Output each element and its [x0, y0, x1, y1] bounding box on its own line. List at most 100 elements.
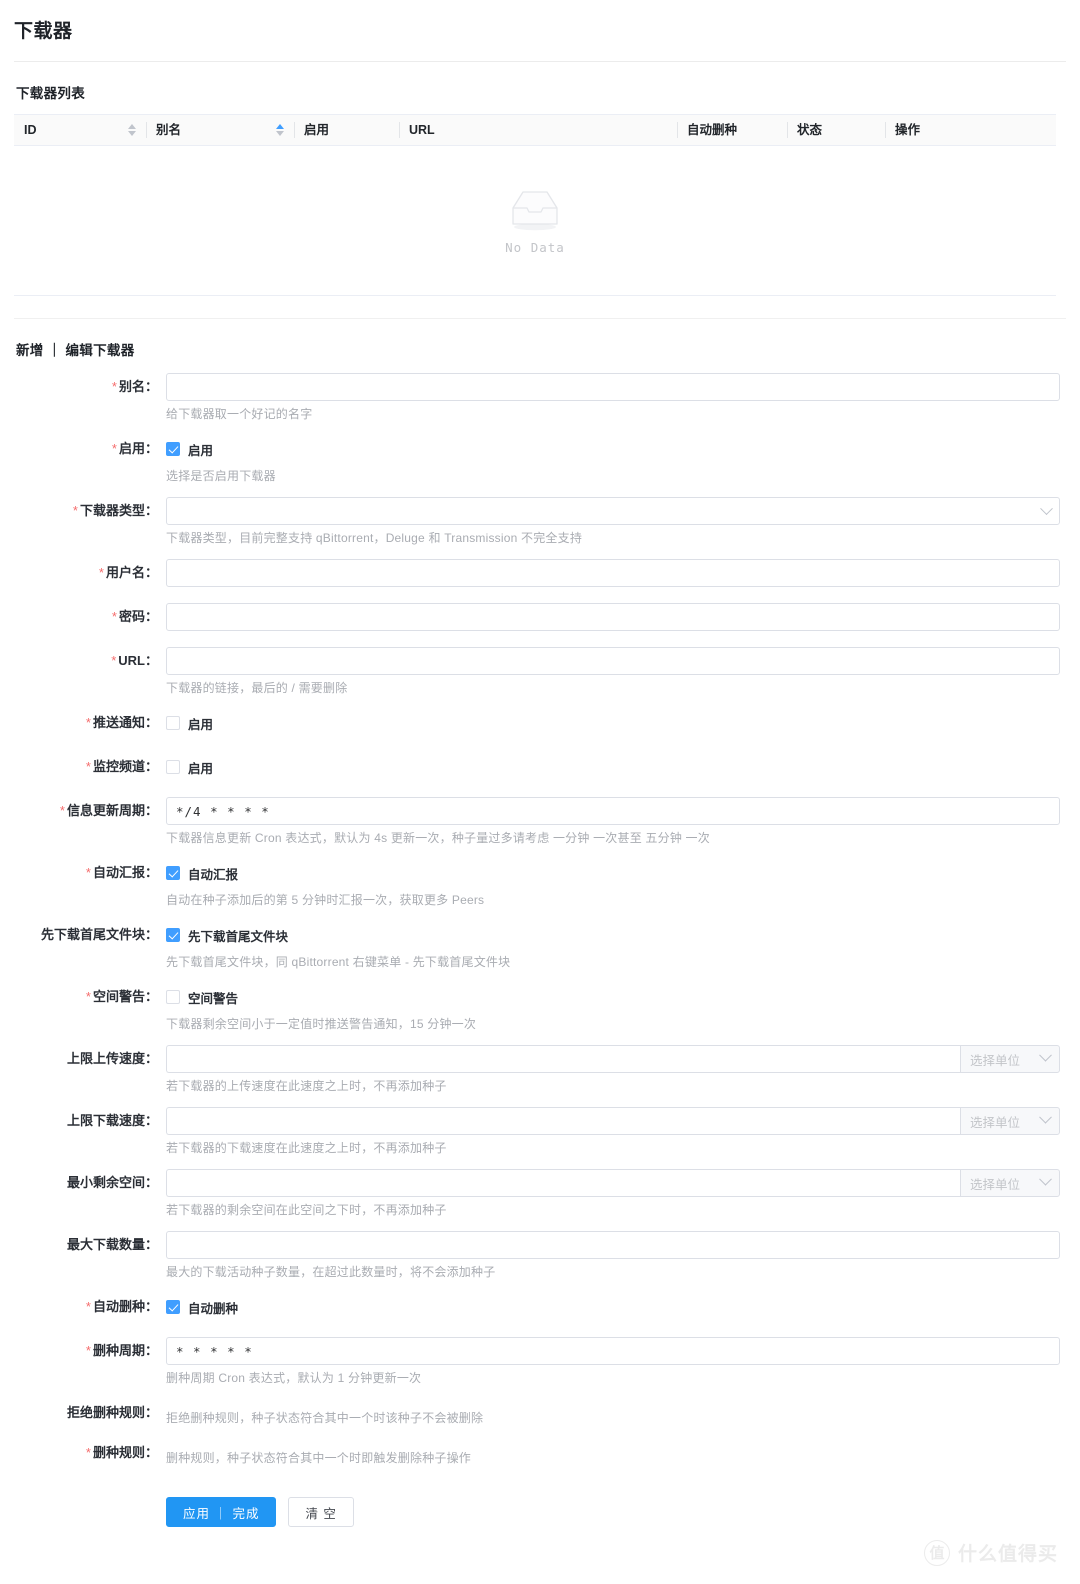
monitor-channel-checkbox[interactable]: 启用: [166, 753, 1066, 781]
checkbox-checked-icon[interactable]: [166, 442, 180, 456]
form-control-delete-cron: * * * * * 删种周期 Cron 表达式，默认为 1 分钟更新一次: [166, 1337, 1066, 1387]
required-asterisk: *: [72, 503, 78, 518]
enabled-checkbox[interactable]: 启用: [166, 435, 1066, 463]
delete-cron-input[interactable]: * * * * *: [166, 1337, 1060, 1365]
max-upload-speed-input[interactable]: [166, 1045, 960, 1073]
form-row-enabled: * 启用： 启用 选择是否启用下载器: [14, 435, 1066, 485]
form-label-url: * URL：: [14, 647, 166, 675]
unit-placeholder: 选择单位: [970, 1053, 1021, 1068]
form-label-auto-delete: * 自动删种：: [14, 1293, 166, 1321]
required-asterisk: *: [85, 865, 91, 880]
form-label-max-upload-speed: 上限上传速度：: [14, 1045, 166, 1073]
auto-report-checkbox[interactable]: 自动汇报: [166, 859, 1066, 887]
downloader-form: 新增 ｜ 编辑下载器 * 别名： 给下载器取一个好记的名字 * 启用： 启用 选择是否启用下…: [0, 319, 1080, 1527]
form-control-info-refresh-cron: */4 * * * * 下载器信息更新 Cron 表达式，默认为 4s 更新一次，…: [166, 797, 1066, 847]
form-control-max-download-count: 最大的下载活动种子数量，在超过此数量时，将不会添加种子: [166, 1231, 1066, 1281]
form-rows: * 别名： 给下载器取一个好记的名字 * 启用： 启用 选择是否启用下载器 * 下载器类型： 下载…: [14, 373, 1066, 1467]
form-label-text: 空间警告：: [92, 989, 158, 1004]
form-label-auto-report: * 自动汇报：: [14, 859, 166, 887]
checkbox-label: 先下载首尾文件块: [188, 929, 289, 944]
form-row-min-free-space: 最小剩余空间： 选择单位 若下载器的剩余空间在此空间之下时，不再添加种子: [14, 1169, 1066, 1219]
push-notify-checkbox[interactable]: 启用: [166, 709, 1066, 737]
table-header-label: 自动删种: [687, 123, 738, 137]
downloader-type-select[interactable]: [166, 497, 1060, 525]
form-label-text: 删种规则：: [92, 1445, 158, 1460]
required-asterisk: *: [111, 653, 117, 668]
chevron-down-icon: [1039, 1048, 1052, 1062]
downloader-page: 下载器 下载器列表 ID 别名 启用 URL 自动删种 状态 操作 No Data 新增 ｜…: [0, 0, 1080, 1584]
form-help-text: 给下载器取一个好记的名字: [166, 407, 313, 421]
required-asterisk: *: [85, 715, 91, 730]
form-label-text: 密码：: [118, 609, 158, 624]
form-row-info-refresh-cron: * 信息更新周期： */4 * * * * 下载器信息更新 Cron 表达式，默认为 …: [14, 797, 1066, 847]
form-actions: 应用 ｜ 完成 清 空: [14, 1479, 1066, 1527]
form-label-space-warning: * 空间警告：: [14, 983, 166, 1011]
table-header-label: URL: [409, 123, 435, 137]
info-refresh-cron-input[interactable]: */4 * * * *: [166, 797, 1060, 825]
table-empty-state: No Data: [14, 146, 1056, 296]
form-row-downloader-type: * 下载器类型： 下载器类型，目前完整支持 qBittorrent，Deluge 和…: [14, 497, 1066, 547]
checkbox-unchecked-icon[interactable]: [166, 990, 180, 1004]
chevron-down-icon: [1040, 501, 1053, 515]
form-title: 新增 ｜ 编辑下载器: [16, 343, 135, 358]
form-help-text: 删种周期 Cron 表达式，默认为 1 分钟更新一次: [166, 1371, 422, 1385]
space-warning-checkbox[interactable]: 空间警告: [166, 983, 1066, 1011]
watermark-logo-icon: 值: [923, 1539, 950, 1566]
min-free-space-unit-select[interactable]: 选择单位: [960, 1169, 1060, 1197]
min-free-space-input[interactable]: [166, 1169, 960, 1197]
unit-placeholder: 选择单位: [970, 1177, 1021, 1192]
max-upload-speed-group: 选择单位: [166, 1045, 1060, 1073]
form-label-text: URL：: [118, 653, 158, 668]
auto-delete-checkbox[interactable]: 自动删种: [166, 1293, 1066, 1321]
max-download-speed-unit-select[interactable]: 选择单位: [960, 1107, 1060, 1135]
required-asterisk: *: [85, 989, 91, 1004]
max-download-count-input[interactable]: [166, 1231, 1060, 1259]
max-upload-speed-unit-select[interactable]: 选择单位: [960, 1045, 1060, 1073]
empty-box-icon: [503, 186, 567, 232]
sort-caret-icon[interactable]: [276, 122, 286, 138]
form-control-min-free-space: 选择单位若下载器的剩余空间在此空间之下时，不再添加种子: [166, 1169, 1066, 1219]
form-label-text: 上限上传速度：: [66, 1051, 158, 1066]
checkbox-unchecked-icon[interactable]: [166, 760, 180, 774]
required-asterisk: *: [59, 803, 65, 818]
watermark: 值 什么值得买: [923, 1539, 1058, 1566]
form-row-max-upload-speed: 上限上传速度： 选择单位若下载器的上传速度在此速度之上时，不再添加种子: [14, 1045, 1066, 1095]
list-section-title: 下载器列表: [16, 86, 85, 101]
username-input[interactable]: [166, 559, 1060, 587]
table-header-cell[interactable]: 别名: [146, 114, 294, 146]
form-help-text: 若下载器的上传速度在此速度之上时，不再添加种子: [166, 1079, 447, 1093]
form-help-text: 下载器类型，目前完整支持 qBittorrent，Deluge 和 Transm…: [166, 531, 583, 545]
form-row-alias: * 别名： 给下载器取一个好记的名字: [14, 373, 1066, 423]
delete-rules-field[interactable]: [166, 1439, 1066, 1445]
table-header-label: 别名: [156, 123, 182, 137]
form-help-text: 若下载器的剩余空间在此空间之下时，不再添加种子: [166, 1203, 447, 1217]
form-row-max-download-speed: 上限下载速度： 选择单位 若下载器的下载速度在此速度之上时，不再添加种子: [14, 1107, 1066, 1157]
required-asterisk: *: [111, 379, 117, 394]
required-asterisk: *: [98, 565, 104, 580]
first-last-piece-checkbox[interactable]: 先下载首尾文件块: [166, 921, 1066, 949]
url-input[interactable]: [166, 647, 1060, 675]
form-label-reject-delete-rules: 拒绝删种规则：: [14, 1399, 166, 1427]
form-label-info-refresh-cron: * 信息更新周期：: [14, 797, 166, 825]
checkbox-checked-icon[interactable]: [166, 866, 180, 880]
form-control-delete-rules: 删种规则，种子状态符合其中一个时即触发删除种子操作: [166, 1439, 1066, 1467]
table-header-row: ID 别名 启用 URL 自动删种 状态 操作: [14, 114, 1056, 146]
form-label-downloader-type: * 下载器类型：: [14, 497, 166, 525]
alias-input[interactable]: [166, 373, 1060, 401]
submit-button[interactable]: 应用 ｜ 完成: [166, 1497, 277, 1527]
password-input[interactable]: [166, 603, 1060, 631]
form-control-alias: 给下载器取一个好记的名字: [166, 373, 1066, 423]
table-header-cell: 操作: [885, 114, 1056, 146]
max-download-speed-input[interactable]: [166, 1107, 960, 1135]
form-help-text: 下载器信息更新 Cron 表达式，默认为 4s 更新一次，种子量过多请考虑 一分…: [166, 831, 710, 845]
form-label-text: 信息更新周期：: [66, 803, 158, 818]
table-header-cell[interactable]: ID: [14, 114, 146, 146]
checkbox-unchecked-icon[interactable]: [166, 716, 180, 730]
sort-caret-icon[interactable]: [128, 122, 138, 138]
clear-button[interactable]: 清 空: [288, 1497, 354, 1527]
reject-delete-rules-field[interactable]: [166, 1399, 1066, 1405]
form-row-monitor-channel: * 监控频道： 启用: [14, 753, 1066, 781]
checkbox-checked-icon[interactable]: [166, 1300, 180, 1314]
required-asterisk: *: [85, 759, 91, 774]
checkbox-checked-icon[interactable]: [166, 928, 180, 942]
